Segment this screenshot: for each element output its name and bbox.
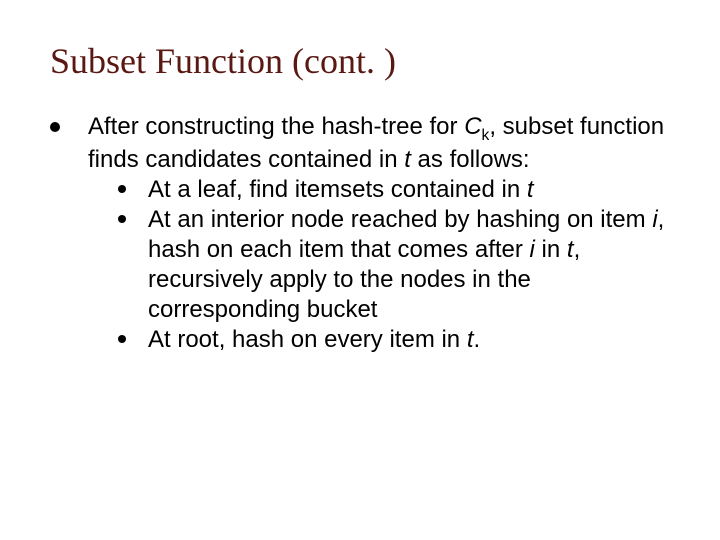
list-item: At a leaf, find itemsets contained in t [118, 175, 670, 205]
list-item: At an interior node reached by hashing o… [118, 205, 670, 325]
list-item: At root, hash on every item in t. [118, 325, 670, 355]
text-run: in [535, 236, 567, 263]
slide-title: Subset Function (cont. ) [50, 40, 670, 82]
text-run: . [474, 326, 481, 353]
text-run: as follows: [411, 146, 530, 173]
var-c: C [464, 113, 481, 140]
slide-body: After constructing the hash-tree for Ck,… [50, 112, 670, 355]
bullet-icon [118, 335, 126, 343]
bullet-icon [118, 215, 126, 223]
text-run: At a leaf, find itemsets contained in [148, 176, 527, 203]
text-run: After constructing the hash-tree for [88, 113, 464, 140]
bullet-icon [118, 185, 126, 193]
text-run: At an interior node reached by hashing o… [148, 206, 652, 233]
var-t: t [567, 236, 574, 263]
var-t: t [527, 176, 534, 203]
list-item-text: At an interior node reached by hashing o… [148, 205, 670, 325]
slide: Subset Function (cont. ) After construct… [0, 0, 720, 540]
var-t: t [467, 326, 474, 353]
sub-list: At a leaf, find itemsets contained in t … [88, 175, 670, 355]
text-run: At root, hash on every item in [148, 326, 467, 353]
list-item-text: After constructing the hash-tree for Ck,… [88, 112, 670, 355]
list-item-text: At a leaf, find itemsets contained in t [148, 175, 670, 205]
bullet-icon [50, 122, 60, 132]
list-item-text: At root, hash on every item in t. [148, 325, 670, 355]
var-t: t [404, 146, 411, 173]
list-item: After constructing the hash-tree for Ck,… [50, 112, 670, 355]
